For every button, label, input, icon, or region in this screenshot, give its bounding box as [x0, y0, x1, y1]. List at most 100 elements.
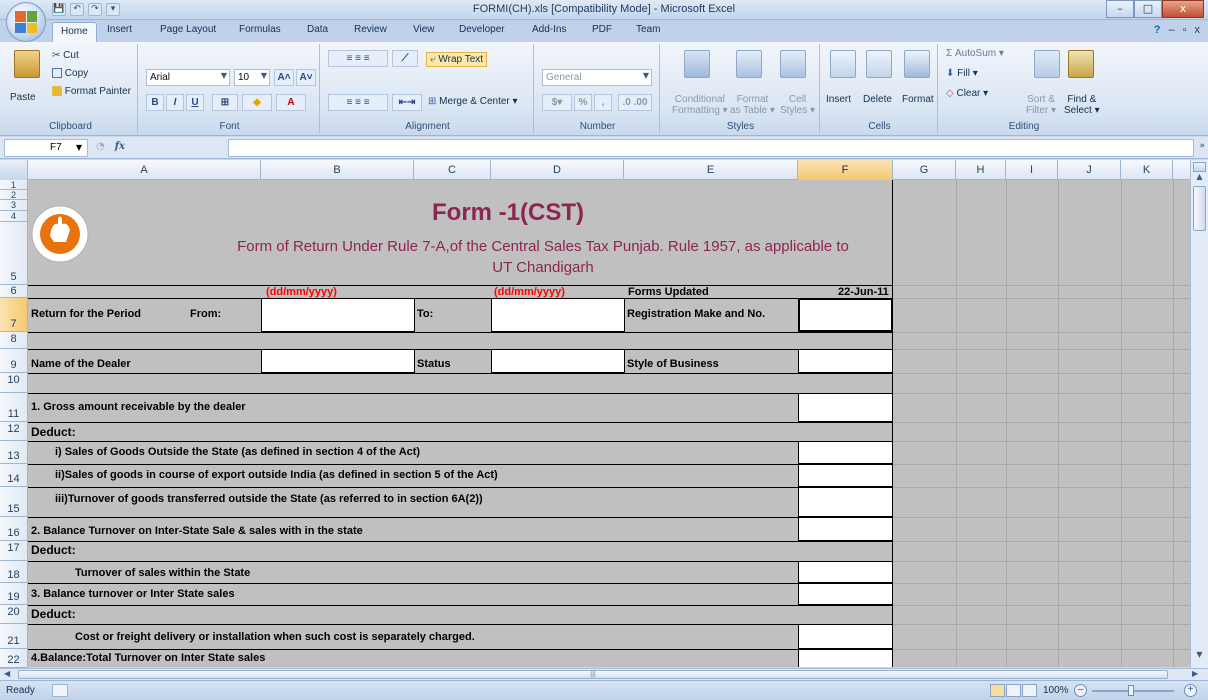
- column-header-f[interactable]: F: [798, 160, 893, 180]
- tab-review[interactable]: Review: [354, 24, 387, 35]
- registration-field[interactable]: [798, 298, 893, 332]
- row-header[interactable]: 7: [0, 298, 28, 332]
- underline-button[interactable]: U: [186, 94, 204, 111]
- cut-button[interactable]: ✂ Cut: [52, 50, 79, 61]
- split-box[interactable]: [1193, 162, 1206, 172]
- insert-function-button[interactable]: fx: [115, 141, 125, 152]
- cell-styles-icon[interactable]: [780, 50, 806, 78]
- close-button[interactable]: x: [1162, 0, 1204, 18]
- conditional-formatting-icon[interactable]: [684, 50, 710, 78]
- indent-icons[interactable]: ⇤⇥: [392, 94, 422, 111]
- row-header[interactable]: 10: [0, 373, 28, 393]
- line-3-field[interactable]: [798, 583, 893, 605]
- grow-font-button[interactable]: A˄: [274, 69, 294, 86]
- format-button[interactable]: Format: [902, 94, 934, 105]
- select-all-button[interactable]: [0, 160, 28, 180]
- minimize-button[interactable]: –: [1106, 0, 1134, 18]
- row-header[interactable]: 3: [0, 200, 28, 211]
- tab-developer[interactable]: Developer: [459, 24, 505, 35]
- orientation-icon[interactable]: ⟋: [392, 50, 418, 67]
- workbook-restore-button[interactable]: ▫: [1183, 24, 1187, 36]
- fill-color-icon[interactable]: ◆: [242, 94, 272, 111]
- tab-formulas[interactable]: Formulas: [239, 24, 281, 35]
- currency-icon[interactable]: $▾: [542, 94, 572, 111]
- line-cost-freight-field[interactable]: [798, 624, 893, 649]
- line-within-state-field[interactable]: [798, 561, 893, 583]
- font-size-select[interactable]: 10 ▼: [234, 69, 270, 86]
- scroll-up-icon[interactable]: ▲: [1193, 172, 1206, 186]
- comma-button[interactable]: ,: [594, 94, 612, 111]
- italic-button[interactable]: I: [166, 94, 184, 111]
- clear-button[interactable]: ◇ Clear ▾: [946, 88, 988, 99]
- delete-cells-icon[interactable]: [866, 50, 892, 78]
- border-icon[interactable]: ⊞: [212, 94, 238, 111]
- row-header[interactable]: 21: [0, 624, 28, 649]
- maximize-button[interactable]: □: [1134, 0, 1162, 18]
- merge-center-button[interactable]: ⊞ Merge & Center ▾: [428, 96, 518, 107]
- workbook-minimize-button[interactable]: –: [1168, 24, 1174, 36]
- percent-button[interactable]: %: [574, 94, 592, 111]
- to-date-field[interactable]: [491, 298, 625, 332]
- horizontal-scrollbar[interactable]: ◀ ||| ▶: [0, 668, 1208, 680]
- macro-record-icon[interactable]: [52, 684, 68, 697]
- tab-add-ins[interactable]: Add-Ins: [532, 24, 566, 35]
- copy-button[interactable]: Copy: [52, 68, 88, 79]
- decimal-icons[interactable]: .0 .00: [618, 94, 652, 111]
- row-header[interactable]: 19: [0, 583, 28, 605]
- cell-styles-button[interactable]: Cell Styles ▾: [780, 94, 815, 116]
- page-layout-view-icon[interactable]: [1006, 684, 1021, 697]
- tab-page-layout[interactable]: Page Layout: [160, 24, 216, 35]
- line-2-field[interactable]: [798, 517, 893, 541]
- wrap-text-button[interactable]: ⤶ Wrap Text: [426, 52, 488, 67]
- column-header-g[interactable]: G: [893, 160, 956, 180]
- line-i-field[interactable]: [798, 441, 893, 464]
- row-header[interactable]: 2: [0, 190, 28, 200]
- column-header-i[interactable]: I: [1006, 160, 1058, 180]
- scroll-thumb[interactable]: [1193, 186, 1206, 231]
- autosum-button[interactable]: Σ AutoSum ▾: [946, 48, 1004, 59]
- bold-button[interactable]: B: [146, 94, 164, 111]
- line-1-field[interactable]: [798, 393, 893, 422]
- binoculars-icon[interactable]: [1068, 50, 1094, 78]
- horizontal-align-icons[interactable]: ≡ ≡ ≡: [328, 94, 388, 111]
- number-format-select[interactable]: General ▼: [542, 69, 652, 86]
- scroll-left-icon[interactable]: ◀: [4, 669, 10, 678]
- row-header[interactable]: 1: [0, 180, 28, 190]
- column-header-b[interactable]: B: [261, 160, 414, 180]
- worksheet[interactable]: Form -1(CST) Form of Return Under Rule 7…: [28, 180, 1190, 667]
- fill-button[interactable]: ⬇ Fill ▾: [946, 68, 978, 79]
- find-select-button[interactable]: Find & Select ▾: [1064, 94, 1100, 116]
- dealer-name-field[interactable]: [261, 349, 415, 373]
- conditional-formatting-button[interactable]: Conditional Formatting ▾: [672, 94, 728, 116]
- horizontal-scroll-thumb[interactable]: |||: [18, 670, 1168, 679]
- line-ii-field[interactable]: [798, 464, 893, 487]
- row-header[interactable]: 16: [0, 517, 28, 541]
- line-iii-field[interactable]: [798, 487, 893, 517]
- office-button[interactable]: [6, 2, 46, 42]
- help-icon[interactable]: ?: [1154, 24, 1161, 36]
- column-header-c[interactable]: C: [414, 160, 491, 180]
- row-header[interactable]: 13: [0, 441, 28, 464]
- row-header[interactable]: 4: [0, 211, 28, 222]
- row-header[interactable]: 12: [0, 422, 28, 441]
- insert-button[interactable]: Insert: [826, 94, 851, 105]
- format-painter-button[interactable]: Format Painter: [52, 86, 131, 97]
- style-business-field[interactable]: [798, 349, 893, 373]
- expand-formula-bar-icon[interactable]: »: [1199, 141, 1205, 151]
- row-header[interactable]: 20: [0, 605, 28, 624]
- status-field[interactable]: [491, 349, 625, 373]
- from-date-field[interactable]: [261, 298, 415, 332]
- tab-home[interactable]: Home: [52, 22, 97, 42]
- sort-filter-button[interactable]: Sort & Filter ▾: [1026, 94, 1056, 116]
- row-header[interactable]: 5: [0, 222, 28, 285]
- column-header-d[interactable]: D: [491, 160, 624, 180]
- format-as-table-button[interactable]: Format as Table ▾: [730, 94, 775, 116]
- paste-button[interactable]: Paste: [10, 92, 36, 103]
- tab-data[interactable]: Data: [307, 24, 328, 35]
- font-family-select[interactable]: Arial ▼: [146, 69, 230, 86]
- column-header-e[interactable]: E: [624, 160, 798, 180]
- row-header[interactable]: 6: [0, 285, 28, 298]
- tab-team[interactable]: Team: [636, 24, 660, 35]
- paste-icon[interactable]: [14, 50, 40, 78]
- row-header[interactable]: 15: [0, 487, 28, 517]
